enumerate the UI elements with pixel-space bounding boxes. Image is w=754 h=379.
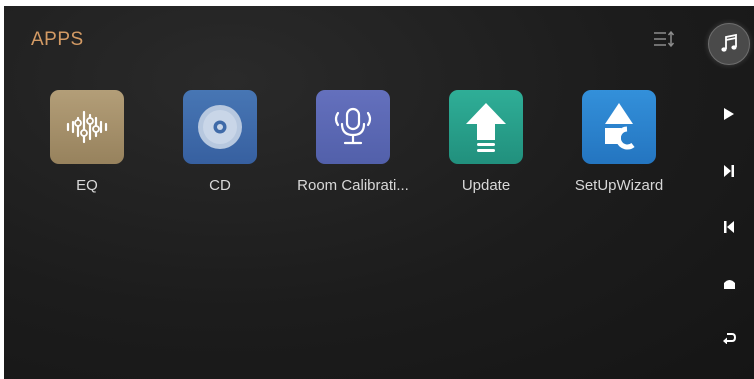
app-label-update: Update [461, 177, 511, 194]
play-icon [724, 108, 734, 120]
play-button[interactable] [719, 104, 739, 124]
previous-track-icon [724, 221, 734, 233]
home-button[interactable] [719, 273, 739, 293]
apps-grid: EQ CD Room Calibrati... Update SetUpWiza… [4, 90, 704, 210]
back-button[interactable] [719, 328, 739, 348]
upload-arrow-icon [449, 90, 523, 164]
back-icon [723, 333, 736, 344]
app-update[interactable]: Update [421, 90, 551, 194]
app-label-eq: EQ [76, 177, 98, 194]
previous-track-button[interactable] [719, 217, 739, 237]
app-cd[interactable]: CD [155, 90, 285, 194]
app-label-setup-wizard: SetUpWizard [574, 177, 664, 194]
shapes-wizard-icon [582, 90, 656, 164]
page-title: APPS [31, 29, 84, 50]
music-note-icon [721, 33, 737, 52]
microphone-icon [316, 90, 390, 164]
app-label-cd: CD [209, 177, 231, 194]
music-button[interactable] [708, 23, 750, 65]
app-setup-wizard[interactable]: SetUpWizard [554, 90, 684, 194]
app-eq[interactable]: EQ [22, 90, 152, 194]
next-track-button[interactable] [719, 161, 739, 181]
side-rail [704, 6, 754, 379]
app-room-calibration[interactable]: Room Calibrati... [288, 90, 418, 194]
equalizer-icon [50, 90, 124, 164]
home-icon [723, 279, 735, 289]
sort-lines-icon [654, 30, 675, 48]
cd-disc-icon [183, 90, 257, 164]
apps-screen: APPS EQ CD Room Calibrati... Update SetU… [4, 6, 754, 379]
sort-button[interactable] [652, 28, 676, 50]
app-label-room-calibration: Room Calibrati... [297, 177, 409, 194]
next-track-icon [724, 165, 734, 177]
